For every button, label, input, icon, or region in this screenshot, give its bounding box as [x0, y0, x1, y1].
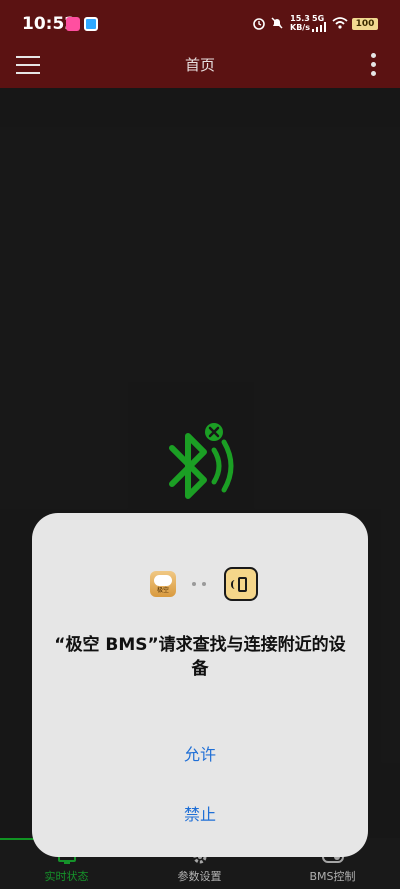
more-vertical-icon[interactable] — [370, 53, 378, 77]
battery-level: 100 — [352, 18, 378, 30]
app-logo: 极空 — [150, 571, 176, 597]
bluetooth-permission-dialog: 极空 “极空 BMS”请求查找与连接附近的设备 允许 禁止 — [32, 513, 368, 857]
status-icons: 15.3 KB/s 5G 100 — [252, 14, 392, 36]
app-logo-text: 极空 — [156, 587, 169, 594]
deny-button[interactable]: 禁止 — [32, 795, 368, 835]
notification-app-icon — [66, 17, 80, 31]
allow-button[interactable]: 允许 — [32, 735, 368, 775]
page-title: 首页 — [184, 56, 215, 74]
net-speed-value: 15.3 — [290, 14, 310, 23]
mute-icon — [271, 17, 283, 29]
app-header: 10:52 15.3 KB/s 5G 100 首页 — [0, 0, 400, 88]
alarm-icon — [253, 18, 265, 30]
net-speed: 15.3 KB/s — [290, 14, 310, 32]
net-speed-unit: KB/s — [290, 23, 310, 32]
dialog-title: “极空 BMS”请求查找与连接附近的设备 — [54, 635, 346, 679]
notification-app-icon — [84, 17, 98, 31]
wifi-icon — [332, 17, 348, 29]
signal-icon — [312, 22, 326, 32]
nearby-device-icon — [224, 567, 258, 601]
connecting-dots — [192, 582, 210, 586]
status-bar: 10:52 15.3 KB/s 5G 100 — [0, 0, 400, 48]
